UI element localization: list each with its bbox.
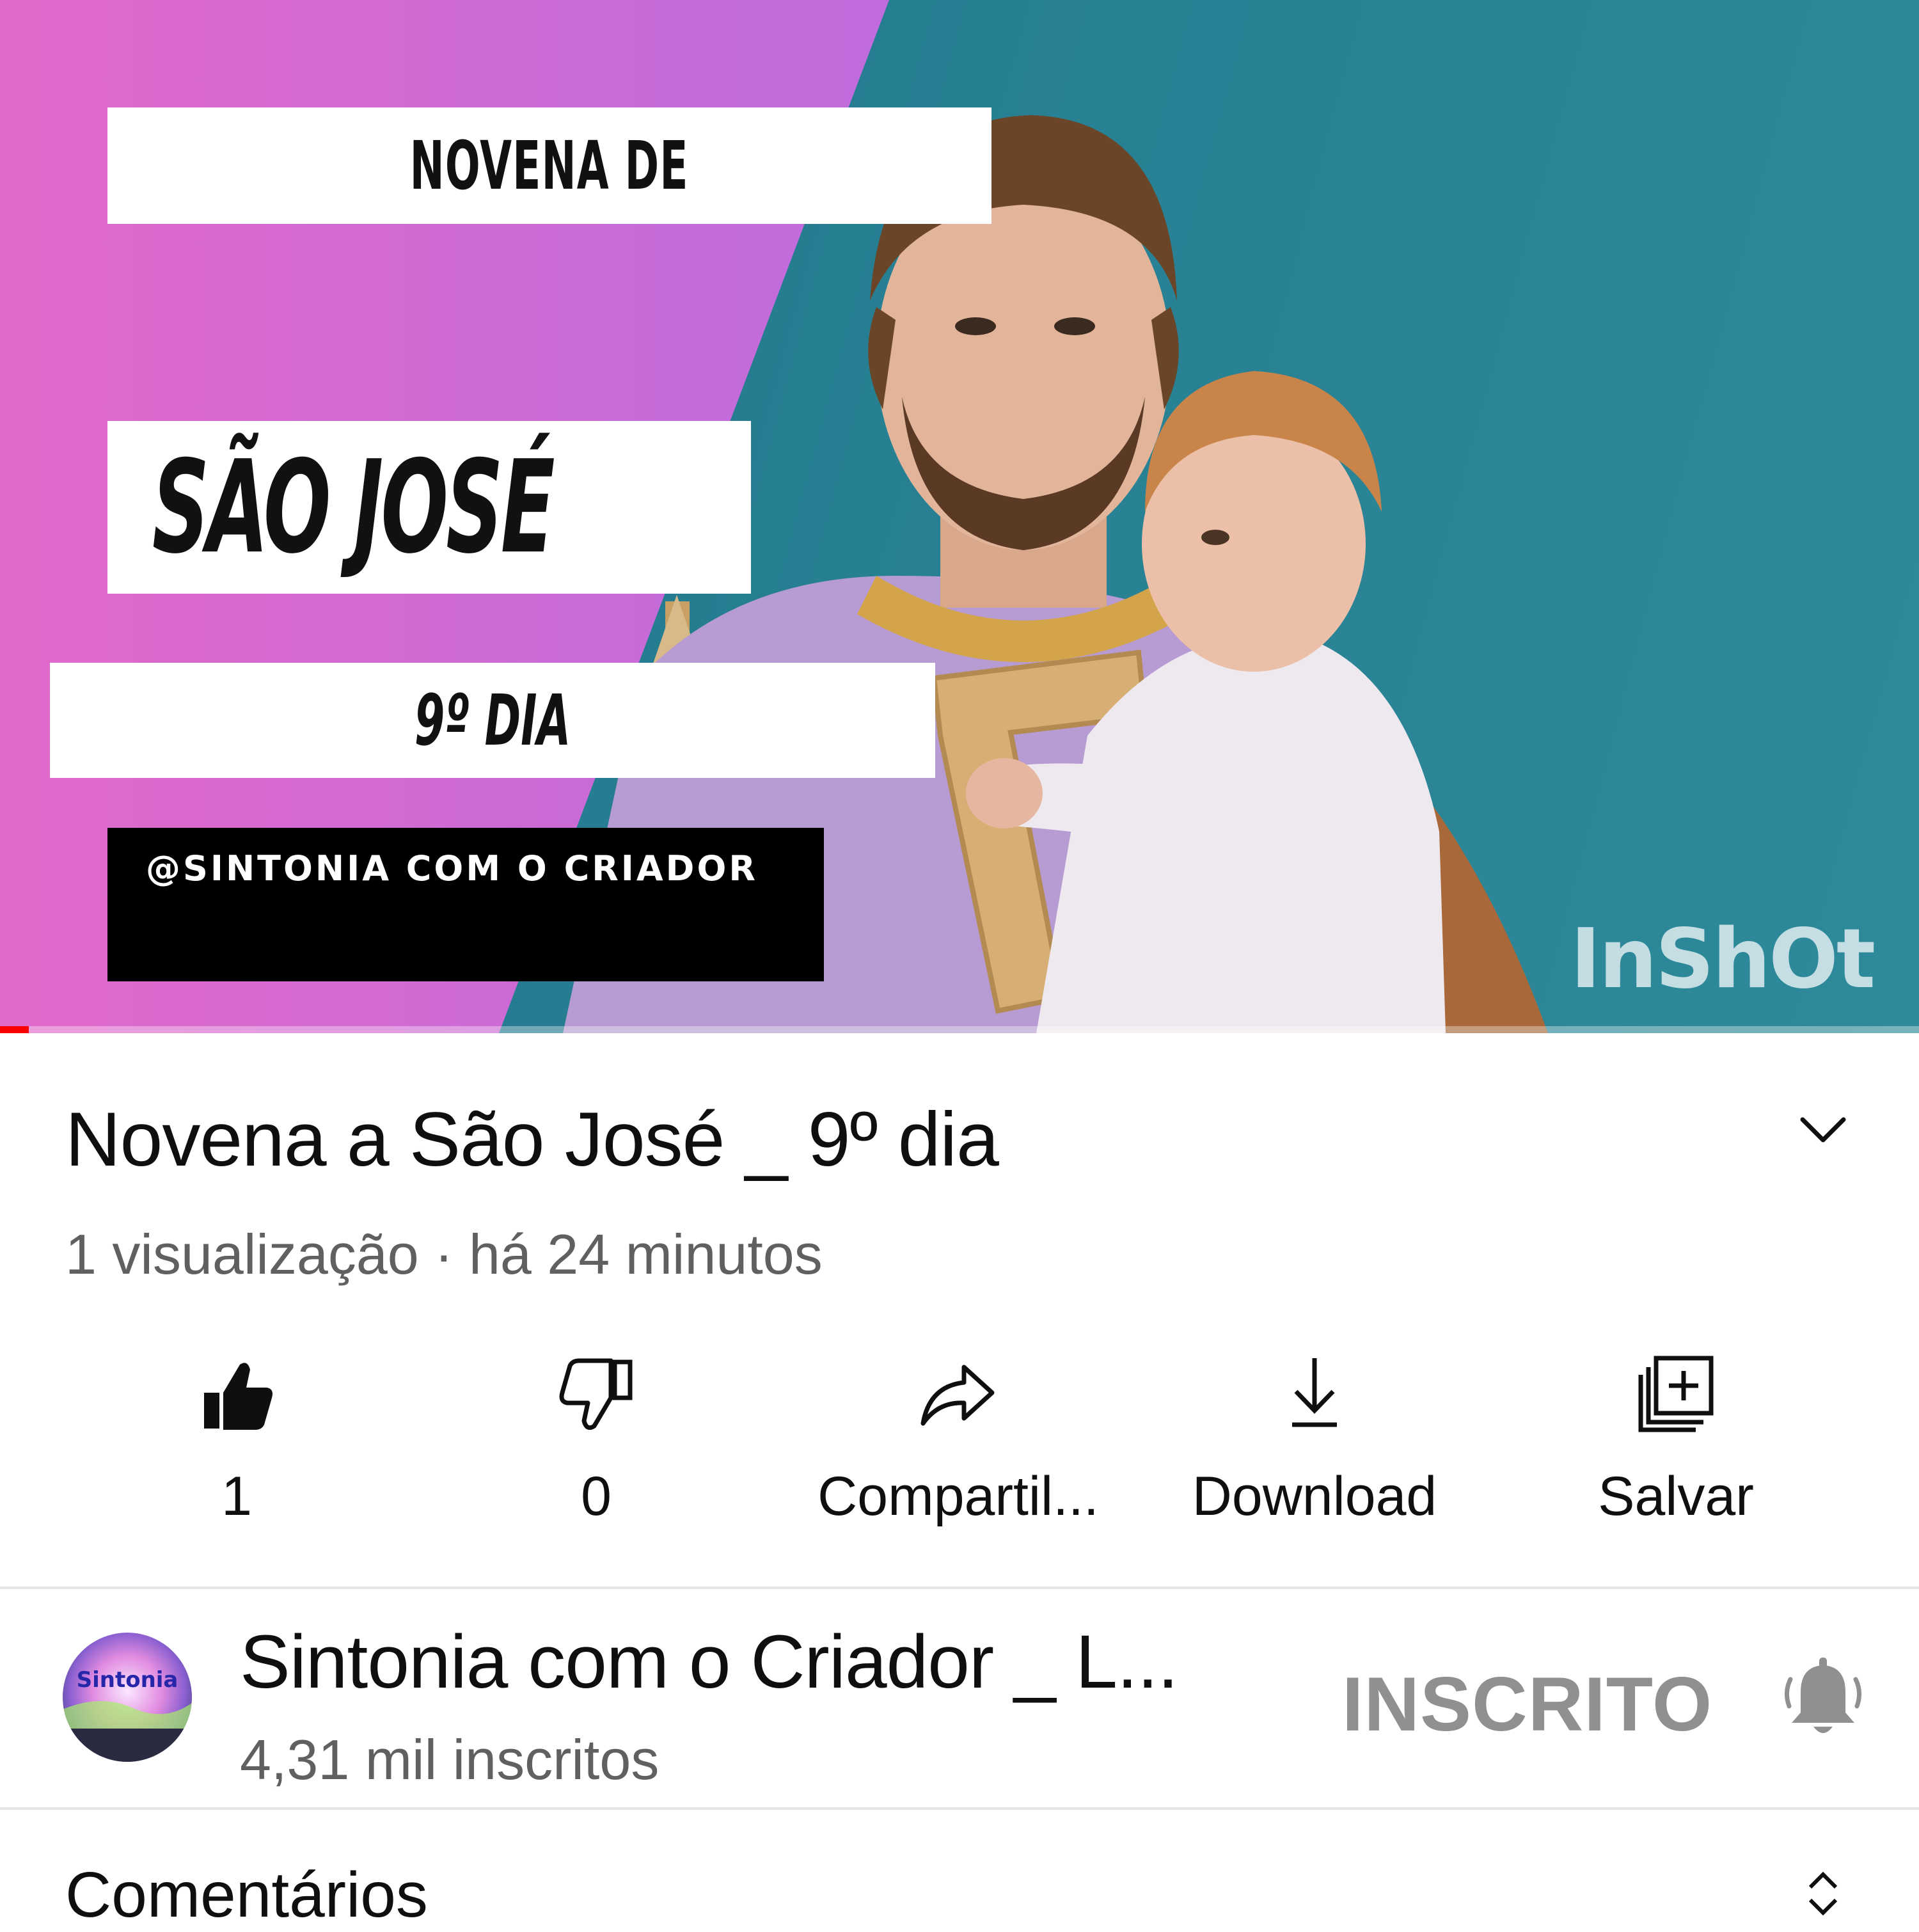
expand-collapse-icon[interactable]	[1804, 1868, 1842, 1919]
share-label: Compartil...	[817, 1466, 1099, 1527]
thumbs-down-icon	[559, 1358, 633, 1430]
dislike-button[interactable]: 0	[417, 1343, 775, 1535]
video-meta: 1 visualização · há 24 minutos	[65, 1223, 823, 1286]
thumbs-up-icon	[204, 1363, 272, 1430]
thumbnail-label-novena: NOVENA DE	[107, 107, 991, 224]
action-row: 1 0 Compartil... Download Salvar	[0, 1343, 1919, 1535]
subscribed-button[interactable]: INSCRITO	[1342, 1660, 1712, 1748]
thumbnail-line3: 9º DIA	[414, 679, 571, 761]
video-player[interactable]: NOVENA DE SÃO JOSÉ 9º DIA @SINTONIA COM …	[0, 0, 1919, 1033]
thumbnail-line2: SÃO JOSÉ	[152, 432, 555, 582]
thumbnail-handle-box: @SINTONIA COM O CRIADOR	[107, 828, 824, 981]
chevron-down-icon[interactable]	[1791, 1107, 1855, 1152]
like-count: 1	[221, 1466, 252, 1527]
share-button[interactable]: Compartil...	[779, 1343, 1137, 1535]
thumbnail-line1: NOVENA DE	[409, 127, 690, 205]
video-progress-bar[interactable]	[0, 1026, 1919, 1033]
comments-header[interactable]: Comentários	[65, 1858, 428, 1932]
channel-name[interactable]: Sintonia com o Criador _ L...	[240, 1619, 1178, 1706]
save-label: Salvar	[1598, 1466, 1754, 1527]
divider	[0, 1587, 1919, 1589]
download-button[interactable]: Download	[1135, 1343, 1494, 1535]
share-icon	[920, 1365, 995, 1426]
thumbnail-label-dia: 9º DIA	[50, 663, 935, 778]
save-playlist-icon	[1638, 1356, 1714, 1432]
dislike-count: 0	[581, 1466, 612, 1527]
avatar-aurora-image	[63, 1633, 192, 1762]
thumbnail-label-sao-jose: SÃO JOSÉ	[107, 421, 751, 594]
avatar-text: Sintonia	[76, 1667, 178, 1693]
download-label: Download	[1192, 1466, 1437, 1527]
channel-avatar[interactable]: Sintonia	[63, 1633, 192, 1762]
like-button[interactable]: 1	[58, 1343, 416, 1535]
thumbnail-handle: @SINTONIA COM O CRIADOR	[146, 848, 758, 889]
video-title: Novena a São José _ 9º dia	[65, 1097, 999, 1182]
download-icon	[1292, 1358, 1337, 1427]
subscriber-count: 4,31 mil inscritos	[240, 1728, 659, 1791]
save-button[interactable]: Salvar	[1497, 1343, 1855, 1535]
inshot-watermark: InShOt	[1570, 912, 1876, 1007]
divider	[0, 1807, 1919, 1810]
video-progress-fill	[0, 1026, 29, 1033]
bell-icon[interactable]	[1781, 1654, 1865, 1743]
